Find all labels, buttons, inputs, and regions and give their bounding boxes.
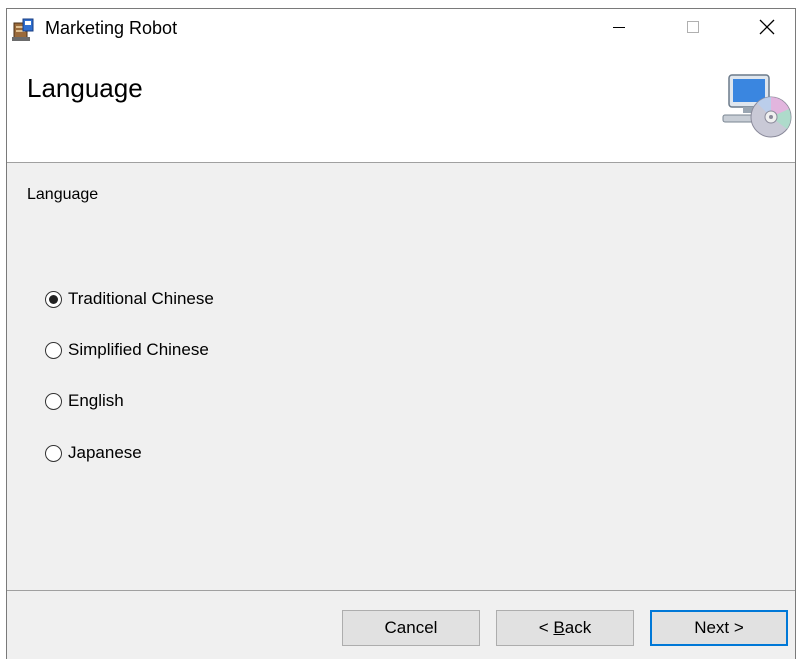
window-title: Marketing Robot	[45, 18, 178, 38]
radio-english[interactable]: English	[45, 388, 124, 414]
back-button[interactable]: < Back	[496, 610, 634, 646]
radio-button[interactable]	[45, 290, 62, 308]
computer-disc-icon	[721, 71, 793, 141]
minimize-button[interactable]	[596, 9, 642, 49]
installer-icon	[11, 17, 37, 43]
next-button-label: Next >	[694, 618, 744, 637]
page-title: Language	[27, 73, 143, 103]
maximize-icon	[685, 19, 701, 39]
radio-traditional-chinese[interactable]: Traditional Chinese	[45, 286, 214, 312]
radio-label: English	[68, 391, 124, 410]
radio-simplified-chinese[interactable]: Simplified Chinese	[45, 337, 209, 363]
close-button[interactable]	[744, 9, 790, 49]
title-bar[interactable]: Marketing Robot	[7, 9, 795, 49]
wizard-header: Language	[7, 49, 795, 163]
radio-japanese[interactable]: Japanese	[45, 440, 142, 466]
radio-label: Japanese	[68, 443, 142, 462]
radio-selected-dot	[49, 294, 58, 304]
section-label: Language	[27, 186, 99, 203]
radio-button[interactable]	[45, 444, 62, 462]
radio-label: Simplified Chinese	[68, 340, 209, 359]
footer-divider	[7, 590, 795, 591]
installer-window: Marketing Robot Language Language Tradit…	[6, 8, 796, 659]
maximize-button[interactable]	[670, 9, 716, 49]
radio-button[interactable]	[45, 392, 62, 410]
radio-button[interactable]	[45, 341, 62, 359]
back-button-mnemonic: B	[553, 618, 565, 637]
radio-label: Traditional Chinese	[68, 289, 214, 308]
close-icon	[758, 18, 776, 40]
next-button[interactable]: Next >	[650, 610, 788, 646]
back-button-label: ack	[564, 618, 592, 637]
cancel-button-label: Cancel	[384, 618, 438, 637]
back-button-prefix: <	[538, 618, 554, 637]
cancel-button[interactable]: Cancel	[342, 610, 480, 646]
minimize-icon	[611, 19, 627, 39]
